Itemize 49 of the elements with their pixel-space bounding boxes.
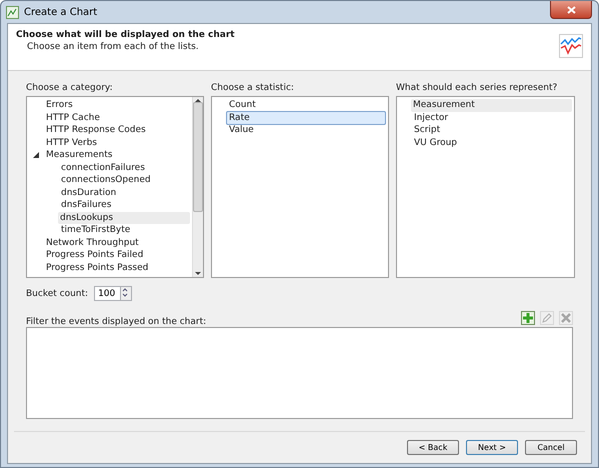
plus-icon <box>523 313 533 323</box>
bucket-count-field[interactable]: 100 <box>94 286 120 301</box>
tree-item[interactable]: Progress Points Passed <box>43 260 190 275</box>
tree-item[interactable]: Errors <box>43 98 190 112</box>
list-item[interactable]: Injector <box>411 110 572 125</box>
dialog-button[interactable]: Cancel <box>525 440 577 455</box>
series-label: What should each series represent? <box>396 83 558 93</box>
tree-item[interactable]: HTTP Verbs <box>43 136 190 150</box>
filter-list[interactable] <box>26 327 573 419</box>
tree-item[interactable]: dnsFailures <box>58 198 190 212</box>
tree-item[interactable]: Measurements <box>43 148 190 162</box>
filter-label: Filter the events displayed on the chart: <box>26 317 206 327</box>
list-item[interactable]: VU Group <box>411 136 572 150</box>
scroll-down-icon[interactable] <box>195 271 201 277</box>
category-label: Choose a category: <box>26 83 114 93</box>
expanded-arrow-icon[interactable] <box>33 152 39 158</box>
close-button[interactable] <box>550 1 592 19</box>
tree-item[interactable]: Network Throughput <box>43 236 190 250</box>
tree-item[interactable]: connectionFailures <box>58 160 190 175</box>
list-item[interactable]: Measurement <box>411 99 572 112</box>
tree-item[interactable]: timeToFirstByte <box>58 223 190 238</box>
cross-icon <box>561 313 571 323</box>
dialog-button[interactable]: < Back <box>407 440 459 455</box>
spinner-arrows-icon[interactable] <box>120 286 132 301</box>
window-title: Create a Chart <box>24 6 98 18</box>
scrollbar[interactable] <box>192 97 203 277</box>
category-tree[interactable] <box>26 96 204 278</box>
add-filter-button[interactable] <box>521 311 535 325</box>
tree-item[interactable]: dnsDuration <box>58 186 190 200</box>
tree-item[interactable]: HTTP Cache <box>43 110 190 125</box>
bucket-count-label: Bucket count: <box>26 288 88 298</box>
tree-item[interactable]: connectionsOpened <box>58 173 190 188</box>
statistic-list[interactable]: Count Rate Value <box>211 96 389 278</box>
series-list[interactable]: Measurement Injector Script VU Group <box>396 96 575 278</box>
list-item[interactable]: Script <box>411 123 572 138</box>
close-icon <box>566 6 576 14</box>
tree-item[interactable]: Progress Points Failed <box>43 248 190 262</box>
chart-app-icon <box>6 6 19 18</box>
dialog-button[interactable]: Next > <box>466 440 518 455</box>
tree-item[interactable]: HTTP Response Codes <box>43 123 190 138</box>
statistic-label: Choose a statistic: <box>211 83 295 93</box>
header-title: Choose what will be displayed on the chart <box>16 30 235 40</box>
line-chart-icon <box>559 34 583 58</box>
pencil-icon <box>542 313 552 323</box>
tree-item[interactable]: dnsLookups <box>58 212 190 224</box>
list-item[interactable]: Count <box>226 98 386 112</box>
header-subtitle: Choose an item from each of the lists. <box>26 42 200 52</box>
list-item[interactable]: Rate <box>226 110 386 125</box>
list-item[interactable]: Value <box>226 123 386 138</box>
